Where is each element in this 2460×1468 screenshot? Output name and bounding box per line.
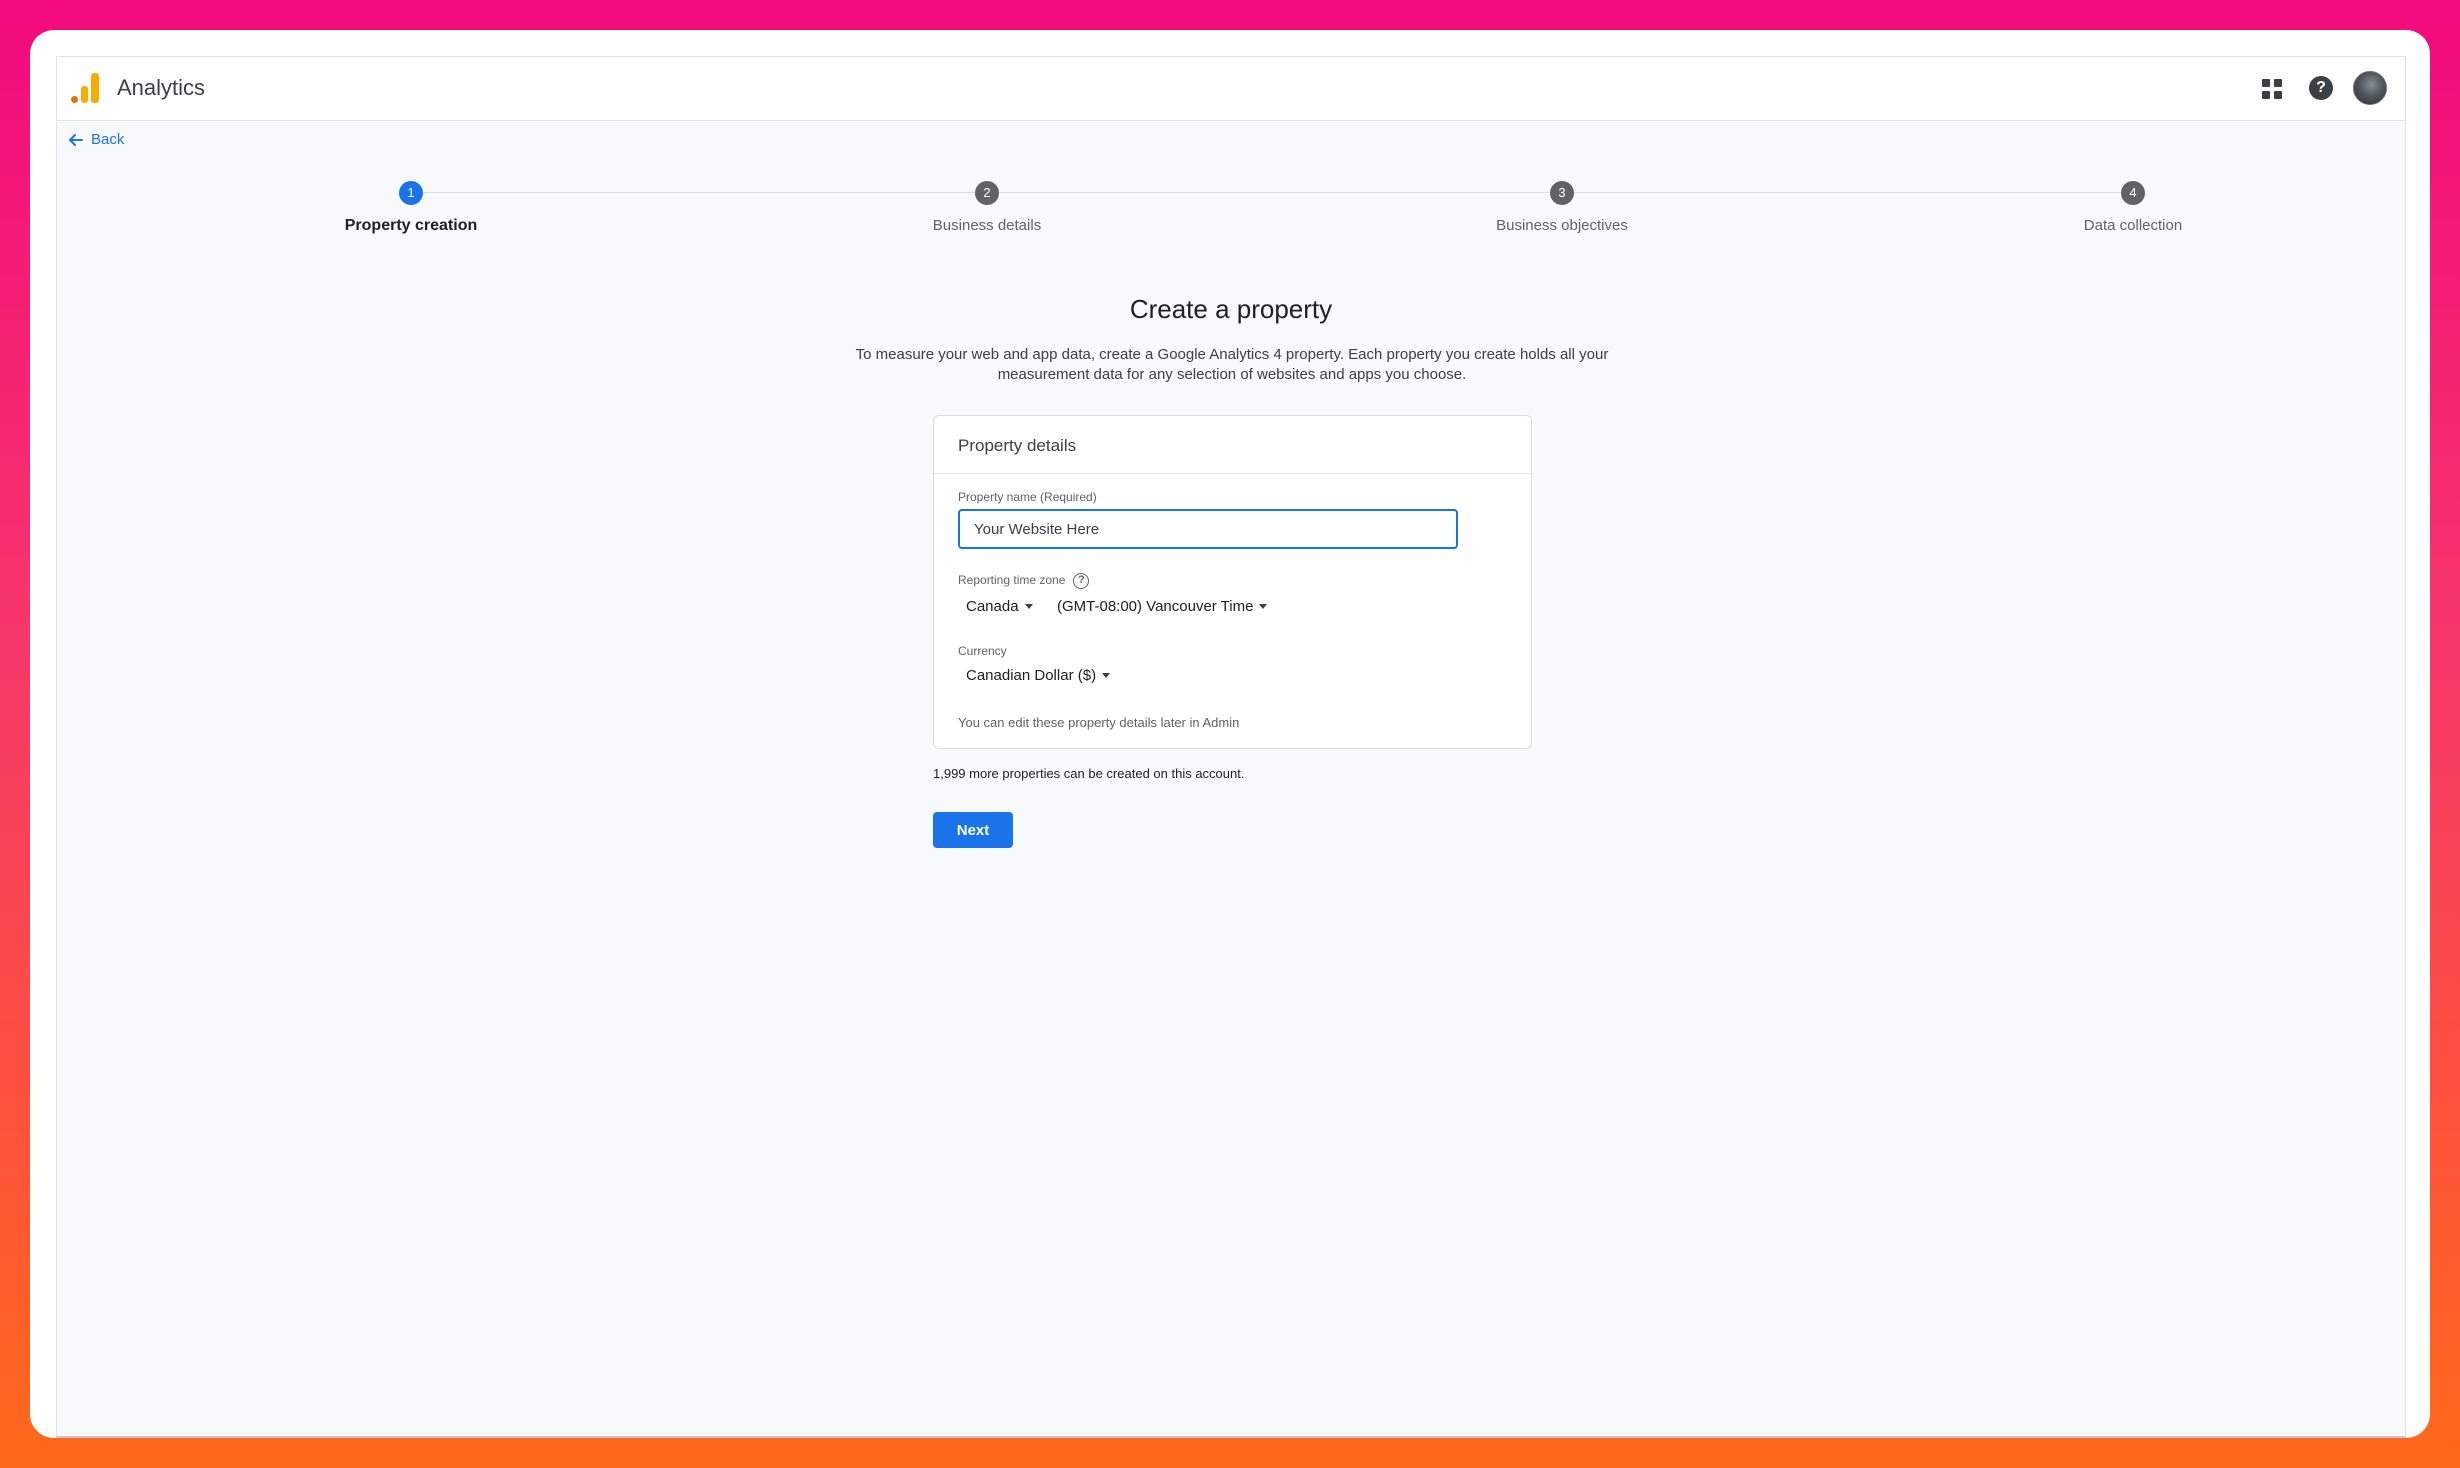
step-property-creation: 1 Property creation — [261, 181, 561, 235]
country-dropdown[interactable]: Canada — [966, 598, 1033, 615]
time-zone-dropdown[interactable]: (GMT-08:00) Vancouver Time — [1057, 598, 1268, 615]
time-zone-label-row: Reporting time zone? — [958, 573, 1090, 589]
step-label: Data collection — [2083, 217, 2183, 234]
step-number: 3 — [1550, 181, 1574, 205]
bottom-rule — [56, 1436, 2406, 1438]
next-button[interactable]: Next — [933, 812, 1013, 848]
currency-value: Canadian Dollar ($) — [966, 667, 1097, 684]
time-zone-label: Reporting time zone — [958, 573, 1066, 588]
page-title: Create a property — [1129, 294, 1333, 324]
country-value: Canada — [966, 598, 1019, 615]
currency-label: Currency — [958, 644, 1007, 658]
top-header: Analytics ? — [57, 57, 2405, 121]
property-details-card: Property details Property name (Required… — [933, 415, 1532, 749]
analytics-app: Analytics ? Back 1 Property creation 2 B… — [56, 56, 2406, 1438]
caret-down-icon — [1259, 604, 1268, 609]
card-heading: Property details — [934, 416, 1531, 474]
time-zone-value: (GMT-08:00) Vancouver Time — [1057, 598, 1254, 615]
remaining-properties-text: 1,999 more properties can be created on … — [933, 766, 1245, 781]
currency-dropdown[interactable]: Canadian Dollar ($) — [966, 667, 1111, 684]
property-name-label: Property name (Required) — [958, 490, 1097, 504]
page-description: To measure your web and app data, create… — [855, 346, 1609, 383]
stepper-line — [411, 192, 2131, 193]
property-name-input[interactable] — [958, 509, 1458, 549]
edit-later-note: You can edit these property details late… — [958, 715, 1240, 730]
step-data-collection: 4 Data collection — [1983, 181, 2283, 234]
step-number: 1 — [399, 181, 423, 205]
caret-down-icon — [1024, 604, 1033, 609]
apps-grid-icon[interactable] — [2262, 79, 2282, 99]
back-label: Back — [91, 131, 125, 148]
caret-down-icon — [1102, 673, 1111, 678]
step-label: Business details — [932, 217, 1042, 234]
window-frame: Analytics ? Back 1 Property creation 2 B… — [30, 30, 2430, 1438]
analytics-logo-icon[interactable] — [71, 73, 99, 103]
arrow-left-icon — [69, 133, 83, 146]
step-business-details: 2 Business details — [837, 181, 1137, 234]
help-circle-icon[interactable]: ? — [1073, 573, 1090, 589]
app-title[interactable]: Analytics — [117, 75, 205, 101]
avatar[interactable] — [2353, 71, 2387, 105]
step-label: Business objectives — [1496, 217, 1628, 234]
step-label: Property creation — [344, 217, 478, 234]
help-icon[interactable]: ? — [2309, 76, 2333, 100]
back-link[interactable]: Back — [67, 131, 124, 148]
step-business-objectives: 3 Business objectives — [1412, 181, 1712, 234]
step-number: 4 — [2121, 181, 2145, 205]
step-number: 2 — [975, 181, 999, 205]
